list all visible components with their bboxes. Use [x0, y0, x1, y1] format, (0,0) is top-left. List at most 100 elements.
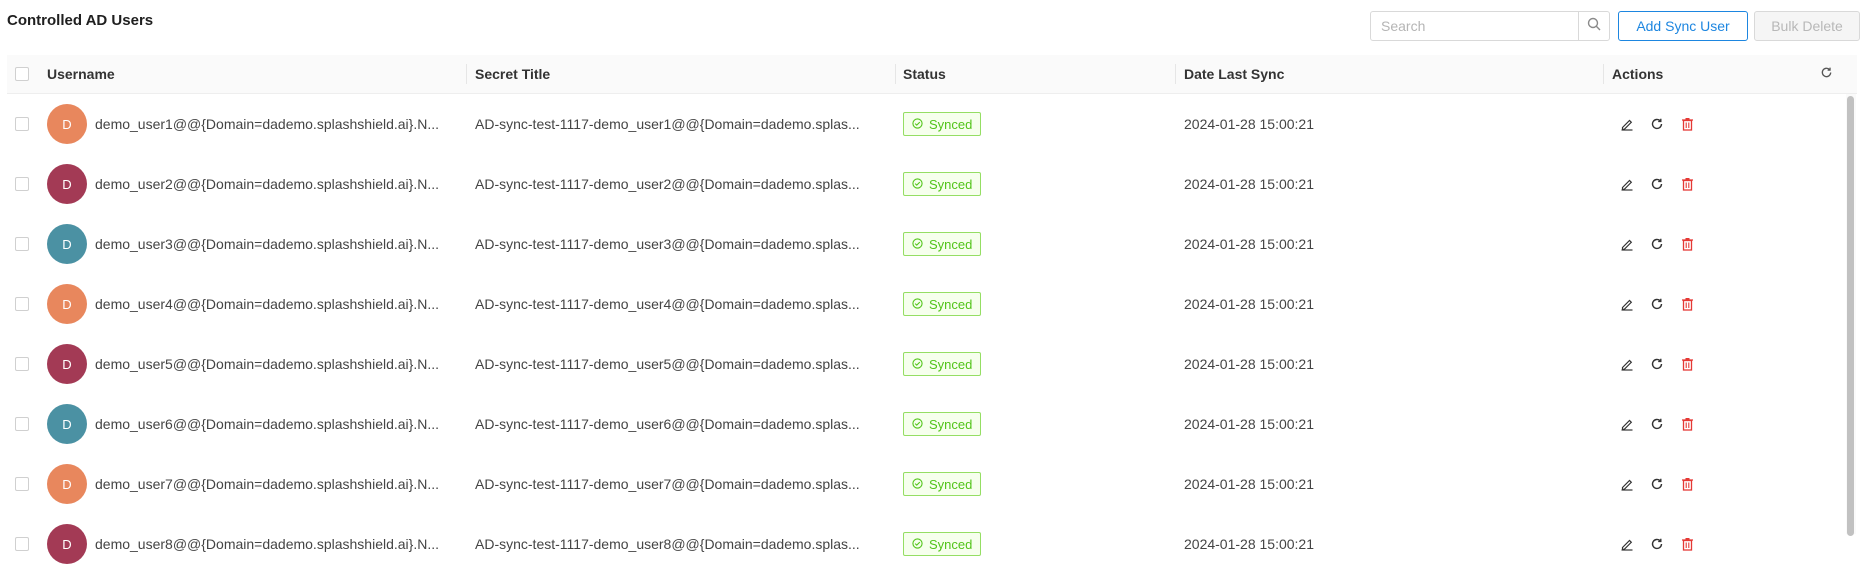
column-divider	[1175, 64, 1176, 84]
secret-title-text: AD-sync-test-1117-demo_user4@@{Domain=da…	[475, 296, 860, 312]
actions-cell	[1619, 214, 1709, 274]
delete-icon[interactable]	[1679, 296, 1695, 312]
edit-icon[interactable]	[1619, 416, 1635, 432]
secret-title-cell: AD-sync-test-1117-demo_user6@@{Domain=da…	[475, 394, 860, 454]
edit-icon[interactable]	[1619, 476, 1635, 492]
avatar: D	[47, 104, 87, 144]
table-row[interactable]: D demo_user1@@{Domain=dademo.splashshiel…	[7, 94, 1857, 154]
table-row[interactable]: D demo_user7@@{Domain=dademo.splashshiel…	[7, 454, 1857, 514]
delete-icon[interactable]	[1679, 236, 1695, 252]
row-checkbox[interactable]	[15, 297, 29, 311]
sync-icon[interactable]	[1649, 416, 1665, 432]
actions-cell	[1619, 154, 1709, 214]
edit-icon[interactable]	[1619, 116, 1635, 132]
status-badge: Synced	[903, 532, 982, 556]
delete-icon[interactable]	[1679, 536, 1695, 552]
row-checkbox[interactable]	[15, 537, 29, 551]
actions-cell	[1619, 94, 1709, 154]
row-checkbox[interactable]	[15, 417, 29, 431]
sync-icon[interactable]	[1649, 176, 1665, 192]
sync-icon[interactable]	[1649, 476, 1665, 492]
username-text: demo_user7@@{Domain=dademo.splashshield.…	[95, 476, 440, 492]
row-checkbox[interactable]	[15, 117, 29, 131]
status-cell: Synced	[903, 274, 982, 334]
search-button[interactable]	[1578, 12, 1609, 40]
actions-cell	[1619, 454, 1709, 514]
table-row[interactable]: D demo_user5@@{Domain=dademo.splashshiel…	[7, 334, 1857, 394]
sync-icon[interactable]	[1649, 236, 1665, 252]
date-cell: 2024-01-28 15:00:21	[1184, 154, 1314, 214]
status-badge: Synced	[903, 172, 982, 196]
username-cell: D demo_user7@@{Domain=dademo.splashshiel…	[47, 454, 439, 514]
refresh-icon	[1820, 66, 1833, 82]
delete-icon[interactable]	[1679, 416, 1695, 432]
edit-icon[interactable]	[1619, 536, 1635, 552]
date-cell: 2024-01-28 15:00:21	[1184, 214, 1314, 274]
status-text: Synced	[929, 116, 973, 132]
sync-icon[interactable]	[1649, 116, 1665, 132]
search-input[interactable]	[1371, 12, 1578, 40]
avatar: D	[47, 164, 87, 204]
username-text: demo_user5@@{Domain=dademo.splashshield.…	[95, 356, 440, 372]
avatar: D	[47, 464, 87, 504]
edit-icon[interactable]	[1619, 236, 1635, 252]
date-text: 2024-01-28 15:00:21	[1184, 476, 1314, 492]
row-checkbox[interactable]	[15, 177, 29, 191]
date-cell: 2024-01-28 15:00:21	[1184, 454, 1314, 514]
select-all-checkbox[interactable]	[15, 67, 29, 81]
status-badge: Synced	[903, 472, 982, 496]
add-sync-user-button[interactable]: Add Sync User	[1618, 11, 1748, 41]
delete-icon[interactable]	[1679, 116, 1695, 132]
status-text: Synced	[929, 236, 973, 252]
bulk-delete-button[interactable]: Bulk Delete	[1754, 11, 1860, 41]
check-circle-icon	[912, 417, 923, 432]
date-text: 2024-01-28 15:00:21	[1184, 356, 1314, 372]
username-text: demo_user6@@{Domain=dademo.splashshield.…	[95, 416, 440, 432]
date-cell: 2024-01-28 15:00:21	[1184, 334, 1314, 394]
actions-cell	[1619, 334, 1709, 394]
date-text: 2024-01-28 15:00:21	[1184, 536, 1314, 552]
refresh-button[interactable]	[1820, 55, 1833, 93]
table-row[interactable]: D demo_user4@@{Domain=dademo.splashshiel…	[7, 274, 1857, 334]
check-circle-icon	[912, 537, 923, 552]
row-select-cell	[15, 94, 29, 154]
header-status[interactable]: Status	[903, 55, 946, 93]
edit-icon[interactable]	[1619, 176, 1635, 192]
secret-title-cell: AD-sync-test-1117-demo_user7@@{Domain=da…	[475, 454, 860, 514]
check-circle-icon	[912, 297, 923, 312]
edit-icon[interactable]	[1619, 296, 1635, 312]
date-text: 2024-01-28 15:00:21	[1184, 416, 1314, 432]
status-cell: Synced	[903, 334, 982, 394]
avatar: D	[47, 284, 87, 324]
row-checkbox[interactable]	[15, 477, 29, 491]
header-username[interactable]: Username	[47, 55, 115, 93]
scrollbar-thumb[interactable]	[1847, 96, 1854, 536]
column-divider	[466, 64, 467, 84]
search-box	[1370, 11, 1610, 41]
delete-icon[interactable]	[1679, 356, 1695, 372]
page-title: Controlled AD Users	[7, 12, 154, 29]
username-cell: D demo_user3@@{Domain=dademo.splashshiel…	[47, 214, 439, 274]
delete-icon[interactable]	[1679, 176, 1695, 192]
table-row[interactable]: D demo_user8@@{Domain=dademo.splashshiel…	[7, 514, 1857, 574]
edit-icon[interactable]	[1619, 356, 1635, 372]
row-checkbox[interactable]	[15, 237, 29, 251]
delete-icon[interactable]	[1679, 476, 1695, 492]
row-checkbox[interactable]	[15, 357, 29, 371]
actions-cell	[1619, 274, 1709, 334]
check-circle-icon	[912, 177, 923, 192]
status-cell: Synced	[903, 454, 982, 514]
sync-icon[interactable]	[1649, 296, 1665, 312]
table-row[interactable]: D demo_user2@@{Domain=dademo.splashshiel…	[7, 154, 1857, 214]
sync-icon[interactable]	[1649, 356, 1665, 372]
table-row[interactable]: D demo_user6@@{Domain=dademo.splashshiel…	[7, 394, 1857, 454]
header-secret-title[interactable]: Secret Title	[475, 55, 550, 93]
check-circle-icon	[912, 237, 923, 252]
header-date-last-sync[interactable]: Date Last Sync	[1184, 55, 1284, 93]
table-row[interactable]: D demo_user3@@{Domain=dademo.splashshiel…	[7, 214, 1857, 274]
sync-icon[interactable]	[1649, 536, 1665, 552]
secret-title-cell: AD-sync-test-1117-demo_user5@@{Domain=da…	[475, 334, 860, 394]
date-text: 2024-01-28 15:00:21	[1184, 296, 1314, 312]
secret-title-text: AD-sync-test-1117-demo_user8@@{Domain=da…	[475, 536, 860, 552]
column-divider	[895, 64, 896, 84]
